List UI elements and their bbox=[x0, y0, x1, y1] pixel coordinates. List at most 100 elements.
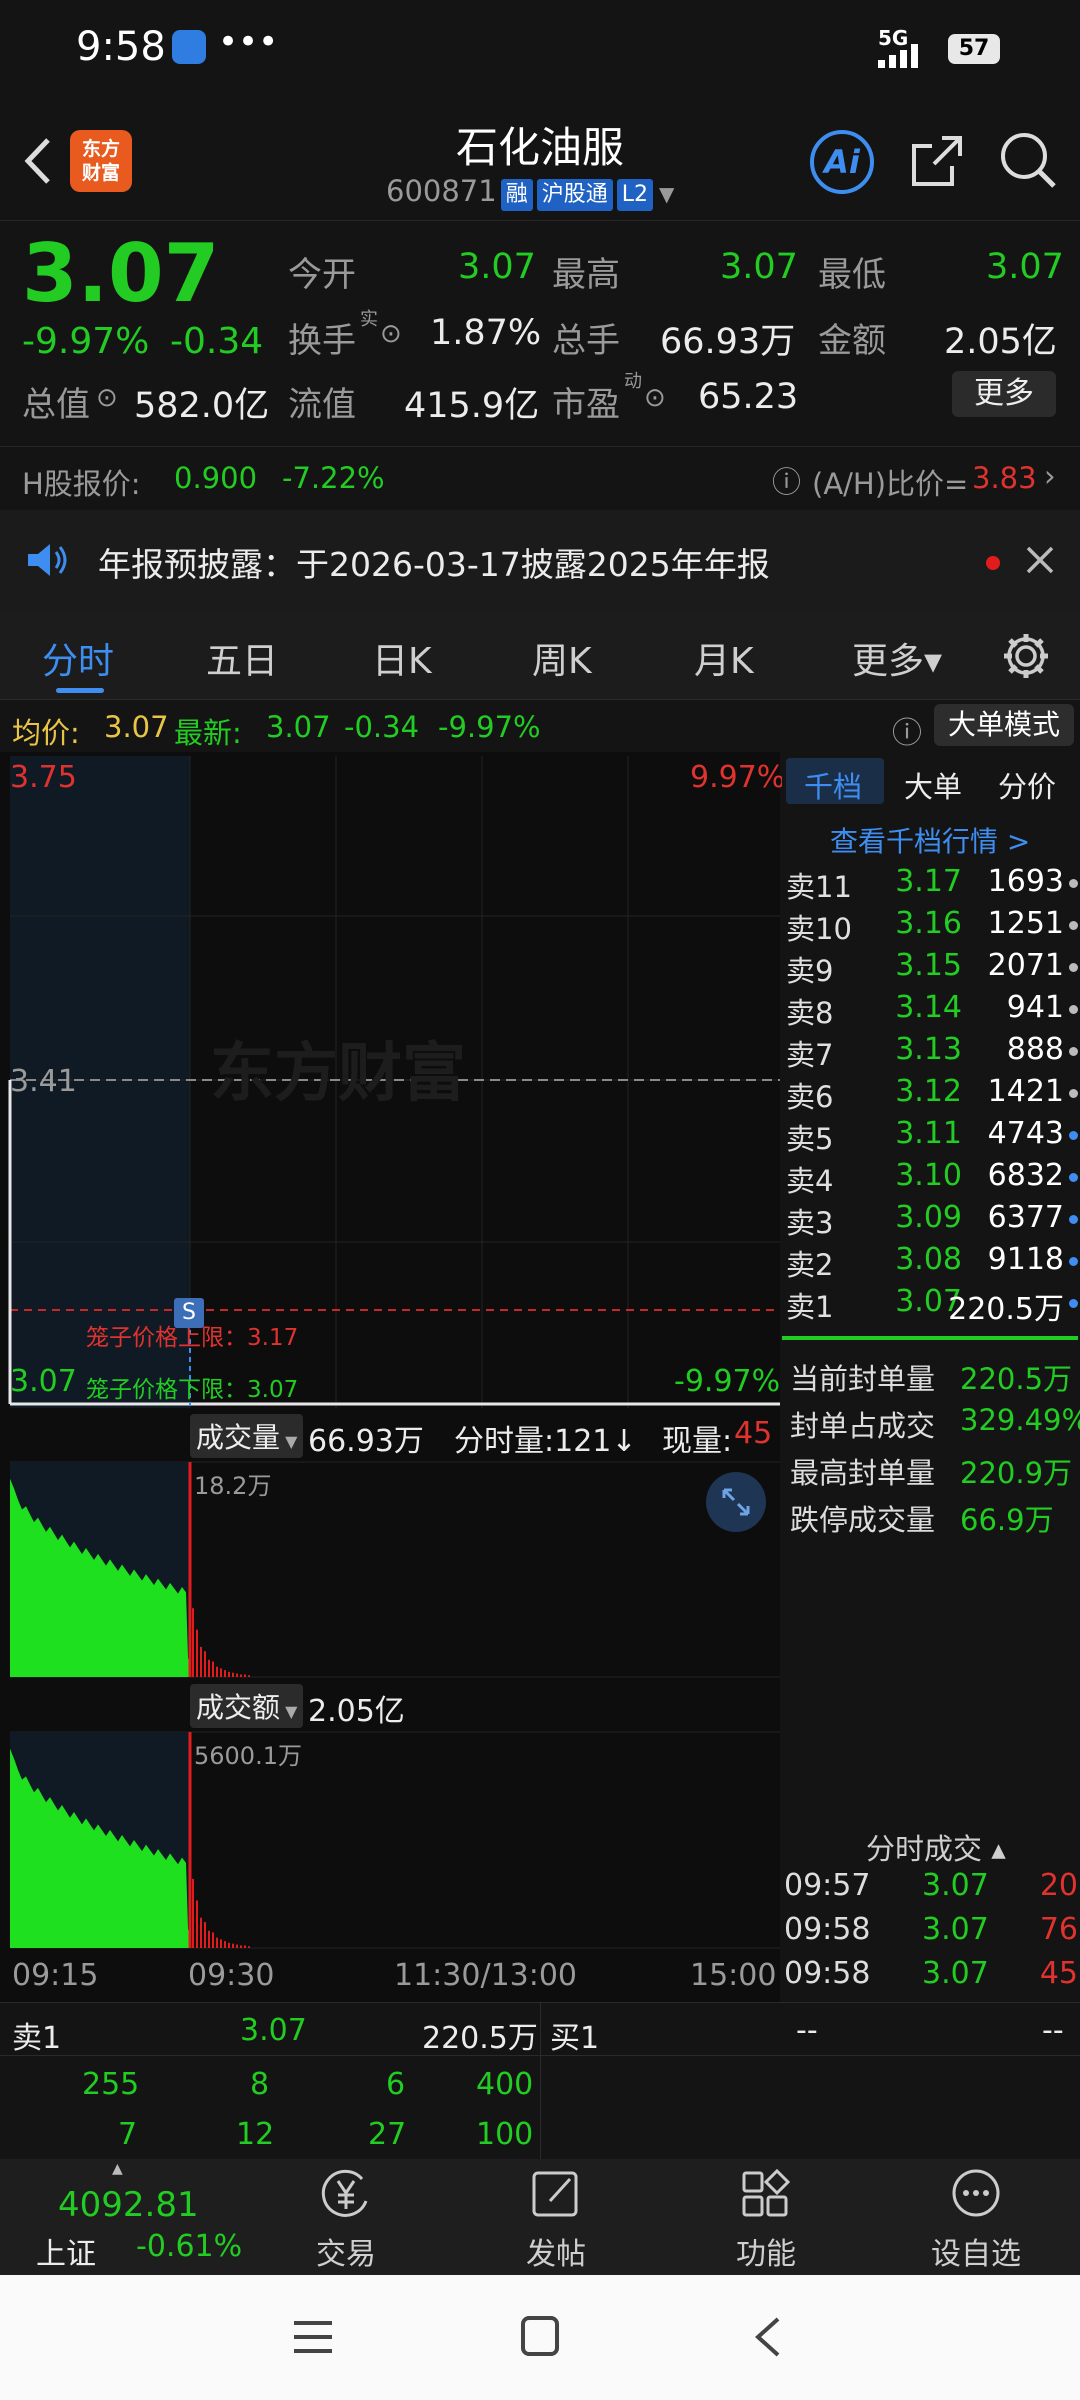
ask-dot bbox=[1069, 1089, 1078, 1098]
ask-level: 卖8 bbox=[786, 996, 834, 1030]
home-icon[interactable] bbox=[520, 2315, 560, 2357]
buy1-price: -- bbox=[796, 2013, 818, 2048]
last-price: 3.07 bbox=[22, 227, 220, 320]
tab-monthly-k[interactable]: 月K bbox=[694, 632, 754, 684]
share-icon[interactable] bbox=[908, 132, 966, 190]
stock-code-row[interactable]: 600871 融沪股通 L2 ▼ bbox=[386, 174, 674, 211]
seal-stat-label: 当前封单量 bbox=[790, 1362, 936, 1396]
trade-volume: 20 bbox=[1039, 1868, 1078, 1903]
dropdown-icon: ▼ bbox=[280, 1432, 298, 1451]
ask-price: 3.13 bbox=[895, 1032, 962, 1067]
seal-stat-row: 封单占成交 329.49% bbox=[790, 1403, 1080, 1445]
search-icon[interactable] bbox=[998, 130, 1058, 190]
ask-row[interactable]: 卖3 3.09 6377 bbox=[782, 1200, 1080, 1242]
ask-volume: 1251 bbox=[987, 906, 1064, 941]
ask-row[interactable]: 卖7 3.13 888 bbox=[782, 1032, 1080, 1074]
seal-stat-label: 跌停成交量 bbox=[790, 1503, 936, 1537]
ask-row[interactable]: 卖11 3.17 1693 bbox=[782, 864, 1080, 906]
help-icon[interactable]: ⓘ bbox=[772, 459, 801, 501]
ask-row[interactable]: 卖4 3.10 6832 bbox=[782, 1158, 1080, 1200]
chart-top-pct: 9.97% bbox=[690, 760, 786, 795]
ask-row[interactable]: 卖1 3.07 220.5万 bbox=[782, 1284, 1080, 1327]
index-pct: -0.61% bbox=[136, 2229, 243, 2264]
index-value: 4092.81 bbox=[58, 2185, 199, 2225]
turnover-sup: 实 bbox=[360, 309, 378, 330]
current-volume-value: 45 bbox=[734, 1416, 773, 1451]
back-nav-icon[interactable] bbox=[750, 2315, 784, 2359]
seal-stat-row: 最高封单量 220.9万 bbox=[790, 1450, 1080, 1492]
notice-text: 年报预披露：于2026-03-17披露2025年年报 bbox=[98, 545, 770, 584]
sell-marker[interactable]: S bbox=[174, 1298, 204, 1328]
info-circle-icon[interactable]: ⊙ bbox=[96, 383, 118, 413]
float-label: 流值 bbox=[288, 385, 356, 425]
ask-row[interactable]: 卖5 3.11 4743 bbox=[782, 1116, 1080, 1158]
trade-button[interactable]: 交易 bbox=[276, 2167, 416, 2273]
gear-icon[interactable] bbox=[1002, 632, 1050, 680]
help-icon[interactable]: ⓘ bbox=[892, 708, 922, 752]
book-tab-depth[interactable]: 千档 bbox=[804, 764, 862, 806]
post-button[interactable]: 发帖 bbox=[486, 2167, 626, 2273]
menu-icon[interactable] bbox=[292, 2317, 334, 2357]
post-label: 发帖 bbox=[526, 2237, 586, 2272]
volume-selector[interactable]: 成交量 ▼ bbox=[190, 1414, 304, 1458]
tab-more[interactable]: 更多▾ bbox=[852, 632, 942, 684]
unread-dot bbox=[986, 556, 1000, 570]
trade-price: 3.07 bbox=[922, 1912, 989, 1947]
ask-level: 卖11 bbox=[786, 870, 852, 904]
latest-pct: -9.97% bbox=[438, 710, 541, 744]
edit-icon bbox=[532, 2171, 578, 2217]
latest-value: 3.07 bbox=[266, 710, 331, 744]
tick-volume: 分时量:121↓ bbox=[454, 1424, 637, 1459]
h-share-row[interactable]: H股报价: 0.900 -7.22% ⓘ (A/H)比价= 3.83 › bbox=[0, 446, 1080, 510]
ask-dot bbox=[1069, 921, 1078, 930]
close-icon[interactable] bbox=[1026, 546, 1054, 574]
amount-max: 5600.1万 bbox=[194, 1742, 302, 1770]
amount-selector[interactable]: 成交额 ▼ bbox=[190, 1684, 304, 1728]
ask-row[interactable]: 卖6 3.12 1421 bbox=[782, 1074, 1080, 1116]
tab-weekly-k[interactable]: 周K bbox=[532, 632, 592, 684]
amount-value: 2.05亿 bbox=[944, 322, 1057, 362]
status-more-dots: ••• bbox=[218, 22, 279, 62]
view-depth-link[interactable]: 查看千档行情 > bbox=[830, 820, 1030, 860]
trade-price: 3.07 bbox=[922, 1956, 989, 1991]
functions-label: 功能 bbox=[736, 2237, 796, 2272]
ask-level: 卖1 bbox=[786, 1290, 834, 1324]
large-order-mode-button[interactable]: 大单模式 bbox=[934, 704, 1074, 746]
system-nav-bar bbox=[0, 2275, 1080, 2400]
seal-stat-row: 当前封单量 220.5万 bbox=[790, 1356, 1080, 1398]
functions-button[interactable]: 功能 bbox=[696, 2167, 836, 2273]
trade-time: 09:58 bbox=[784, 1956, 871, 1991]
expand-icon[interactable] bbox=[706, 1472, 766, 1532]
add-watchlist-button[interactable]: 设自选 bbox=[906, 2167, 1046, 2273]
tab-daily-k[interactable]: 日K bbox=[372, 632, 432, 684]
ask-volume: 1421 bbox=[987, 1074, 1064, 1109]
period-tabs: 分时 五日 日K 周K 月K 更多▾ bbox=[0, 610, 1080, 700]
time-label-noon: 11:30/13:00 bbox=[394, 1958, 578, 1993]
info-circle-icon[interactable]: ⊙ bbox=[380, 319, 402, 349]
caret-up-icon: ▲ bbox=[112, 2161, 123, 2177]
info-circle-icon[interactable]: ⊙ bbox=[644, 383, 666, 413]
book-tab-large[interactable]: 大单 bbox=[904, 764, 962, 806]
ask-row[interactable]: 卖10 3.16 1251 bbox=[782, 906, 1080, 948]
tab-five-day[interactable]: 五日 bbox=[206, 632, 278, 684]
tab-intraday[interactable]: 分时 bbox=[42, 632, 114, 684]
ask-row[interactable]: 卖9 3.15 2071 bbox=[782, 948, 1080, 990]
ask-dot bbox=[1069, 1047, 1078, 1056]
more-button[interactable]: 更多 bbox=[952, 371, 1056, 417]
trade-row: 09:57 3.07 20 bbox=[782, 1868, 1078, 1910]
grid-icon bbox=[742, 2168, 791, 2217]
book-tab-price[interactable]: 分价 bbox=[998, 764, 1056, 806]
low-value: 3.07 bbox=[986, 247, 1064, 287]
ask-level: 卖10 bbox=[786, 912, 852, 946]
trades-title[interactable]: 分时成交 ▴ bbox=[866, 1826, 1006, 1868]
notice-banner[interactable]: 年报预披露：于2026-03-17披露2025年年报 bbox=[0, 510, 1080, 610]
index-ticker[interactable]: ▲ 4092.81 上证 -0.61% bbox=[0, 2159, 242, 2275]
buy1-volume: -- bbox=[1042, 2013, 1064, 2048]
bottom-toolbar: ▲ 4092.81 上证 -0.61% 交易 发帖 功能 设自选 bbox=[0, 2159, 1080, 2275]
ai-button[interactable]: Ai bbox=[810, 130, 874, 194]
queue-cell: 255 bbox=[82, 2067, 140, 2102]
ask-row[interactable]: 卖2 3.08 9118 bbox=[782, 1242, 1080, 1284]
ask-row[interactable]: 卖8 3.14 941 bbox=[782, 990, 1080, 1032]
seal-stat-value: 220.9万 bbox=[960, 1456, 1073, 1490]
intraday-chart[interactable]: 东方财富 3.75 9.97% 3.41 3.07 -9.97% 笼子价格上限：… bbox=[0, 752, 785, 2002]
